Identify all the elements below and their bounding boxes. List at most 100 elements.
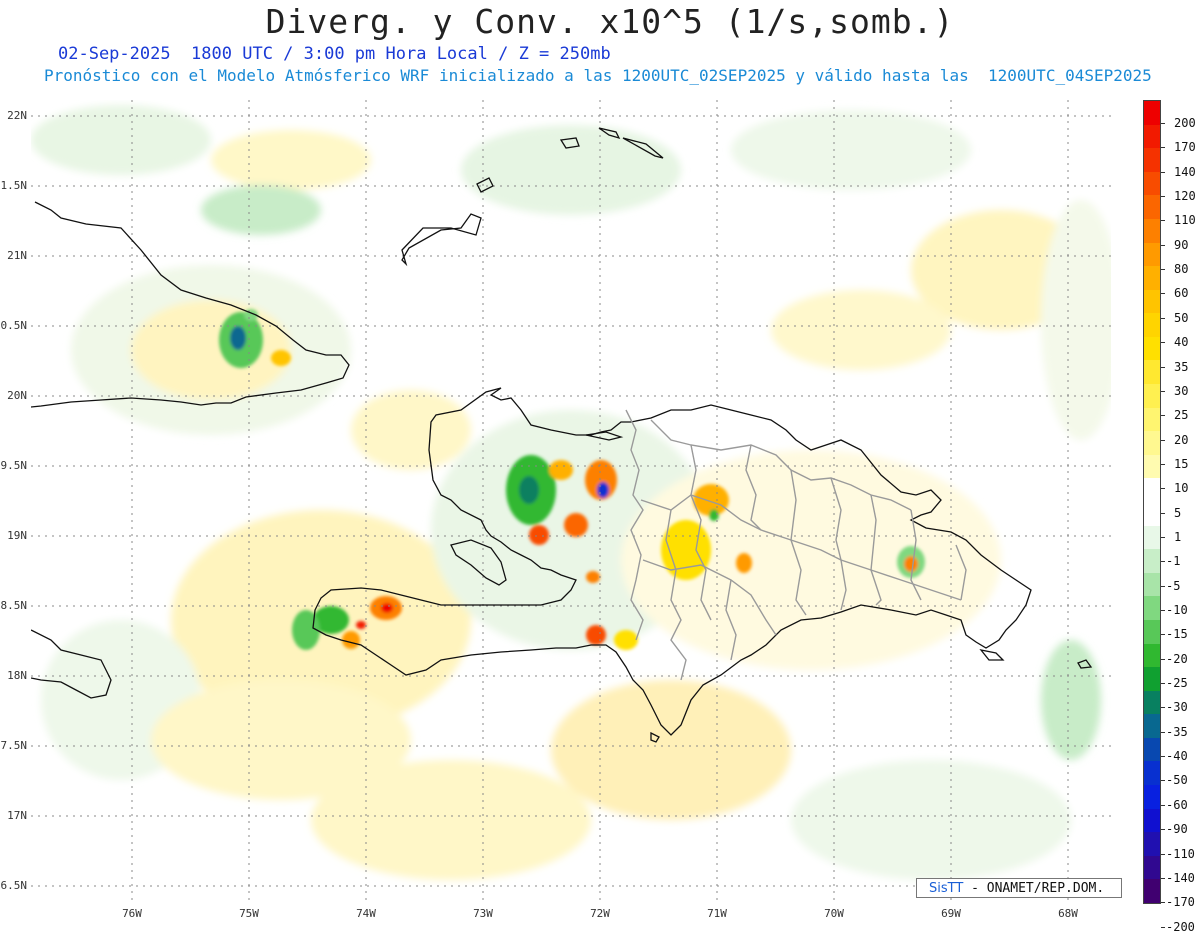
latitude-label: 21N [7, 249, 27, 262]
colorbar-tick [1161, 244, 1165, 246]
colorbar-label: -110 [1166, 846, 1195, 861]
colorbar-label: 10 [1174, 481, 1189, 496]
colorbar-label: 20 [1174, 432, 1189, 447]
colorbar-tick [1161, 536, 1165, 538]
colorbar-segment [1144, 643, 1160, 668]
colorbar-label: -35 [1166, 724, 1188, 739]
colorbar-segment [1144, 785, 1160, 810]
map-canvas [31, 100, 1111, 900]
colorbar-label: 40 [1174, 335, 1189, 350]
colorbar-label: 60 [1174, 286, 1189, 301]
colorbar-segment [1144, 360, 1160, 385]
colorbar-segment [1144, 313, 1160, 338]
colorbar-segment [1144, 855, 1160, 880]
colorbar-segment [1144, 761, 1160, 786]
colorbar-tick [1161, 561, 1165, 563]
colorbar-tick [1161, 439, 1165, 441]
latitude-label: 7.5N [0, 739, 28, 752]
colorbar-label: -170 [1166, 895, 1195, 910]
colorbar-tick [1161, 390, 1165, 392]
colorbar-tick [1161, 780, 1165, 782]
colorbar-segment [1144, 737, 1160, 762]
latitude-label: 22N [7, 109, 27, 122]
colorbar-tick [1161, 585, 1165, 587]
colorbar-label: -40 [1166, 749, 1188, 764]
colorbar-tick [1161, 342, 1165, 344]
colorbar-tick [1161, 683, 1165, 685]
colorbar-label: 90 [1174, 237, 1189, 252]
colorbar-label: -20 [1166, 651, 1188, 666]
colorbar-label: -10 [1166, 603, 1188, 617]
colorbar-tick [1161, 171, 1165, 173]
latitude-label: 9.5N [0, 459, 28, 472]
colorbar-label: -25 [1166, 676, 1188, 691]
colorbar-tick [1161, 902, 1165, 904]
chart-title: Diverg. y Conv. x10^5 (1/s,somb.) [265, 2, 955, 41]
colorbar-segment [1144, 266, 1160, 291]
credit-box: SisTT - ONAMET/REP.DOM. [916, 878, 1122, 898]
valid-time-subtitle: 02-Sep-2025 1800 UTC / 3:00 pm Hora Loca… [58, 44, 611, 64]
colorbar-segment [1144, 502, 1160, 527]
colorbar-tick [1161, 220, 1165, 222]
longitude-label: 72W [590, 907, 610, 920]
colorbar-label: 5 [1174, 505, 1182, 520]
colorbar-segment [1144, 454, 1160, 479]
colorbar-tick [1161, 269, 1165, 271]
colorbar-segment [1144, 407, 1160, 432]
longitude-label: 68W [1058, 907, 1078, 920]
colorbar-segment [1144, 289, 1160, 314]
colorbar-segment [1144, 171, 1160, 196]
credit-text: - ONAMET/REP.DOM. [971, 881, 1105, 896]
colorbar-segment [1144, 667, 1160, 692]
colorbar [1143, 100, 1161, 904]
latitude-label: 8.5N [0, 599, 28, 612]
colorbar-segment [1144, 478, 1160, 503]
colorbar-label: 200 [1174, 116, 1196, 130]
colorbar-segment [1144, 384, 1160, 409]
colorbar-tick [1161, 634, 1165, 636]
colorbar-segment [1144, 242, 1160, 267]
colorbar-label: 15 [1174, 456, 1189, 471]
colorbar-label: 110 [1174, 213, 1196, 228]
colorbar-segment [1144, 690, 1160, 715]
colorbar-segment [1144, 619, 1160, 645]
colorbar-label: 50 [1174, 310, 1189, 325]
colorbar-tick [1161, 463, 1165, 465]
colorbar-tick [1161, 877, 1165, 879]
sistt-logo: SisTT [929, 881, 964, 896]
colorbar-segment [1144, 572, 1160, 597]
colorbar-label: -15 [1166, 627, 1188, 642]
colorbar-segment [1144, 525, 1160, 550]
colorbar-tick [1161, 196, 1165, 198]
colorbar-label: -50 [1166, 773, 1188, 788]
colorbar-tick [1161, 610, 1165, 611]
colorbar-tick [1161, 293, 1165, 295]
colorbar-segment [1144, 101, 1160, 126]
longitude-label: 70W [824, 907, 844, 920]
colorbar-segment [1144, 549, 1160, 574]
colorbar-segment [1144, 879, 1160, 904]
colorbar-tick [1161, 658, 1165, 660]
colorbar-label: 35 [1174, 359, 1189, 374]
colorbar-segment [1144, 218, 1160, 244]
colorbar-tick [1161, 147, 1165, 149]
colorbar-tick [1161, 123, 1165, 124]
colorbar-label: 140 [1174, 164, 1196, 179]
colorbar-tick [1161, 731, 1165, 733]
colorbar-tick [1161, 829, 1165, 831]
colorbar-segment [1144, 714, 1160, 739]
colorbar-label: 80 [1174, 262, 1189, 277]
colorbar-label: -140 [1166, 870, 1195, 885]
colorbar-segment [1144, 596, 1160, 621]
colorbar-tick [1161, 707, 1165, 709]
latitude-label: 18N [7, 669, 27, 682]
colorbar-segment [1144, 336, 1160, 361]
colorbar-segment [1144, 808, 1160, 833]
model-run-subtitle: Pronóstico con el Modelo Atmósferico WRF… [44, 66, 1152, 85]
divergence-map [31, 100, 1111, 900]
colorbar-tick [1161, 756, 1165, 758]
colorbar-label: 120 [1174, 189, 1196, 204]
latitude-label: 0.5N [0, 319, 28, 332]
colorbar-segment [1144, 431, 1160, 456]
colorbar-segment [1144, 195, 1160, 220]
